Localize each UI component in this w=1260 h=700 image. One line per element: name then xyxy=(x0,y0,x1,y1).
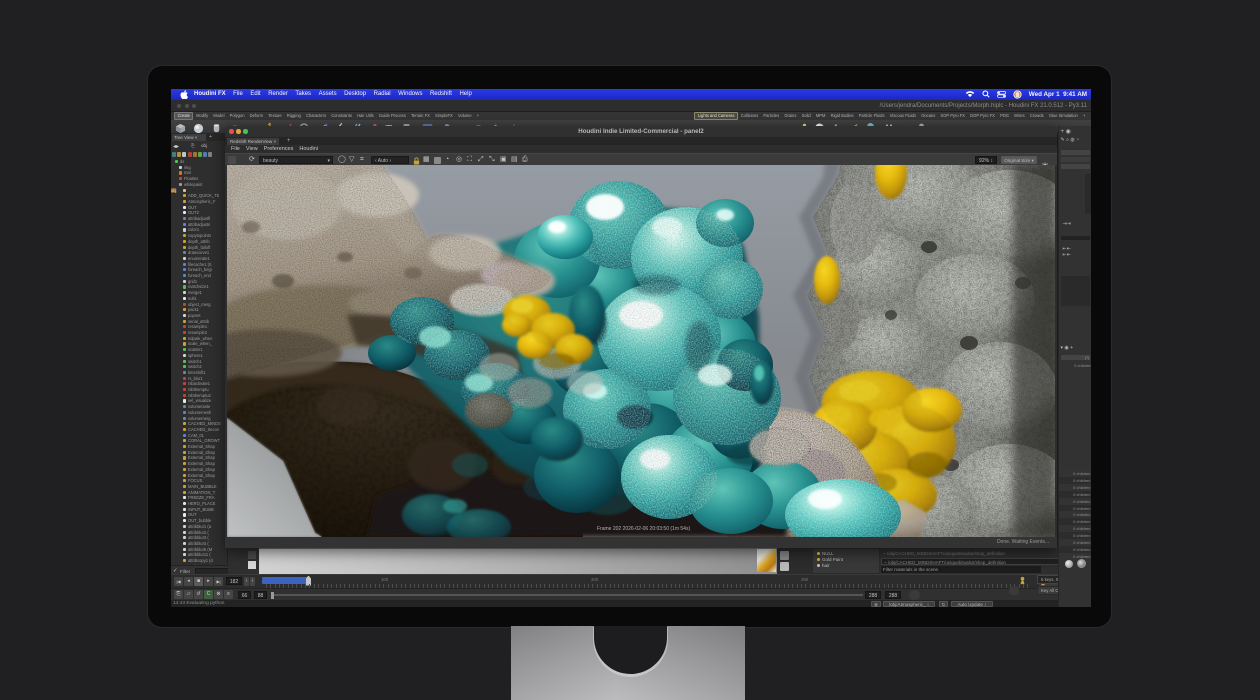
svg-text:Frame 202 2026-02-06 20:03: Frame 202 2026-02-06 20:03:50 (1m 54s) xyxy=(597,526,690,532)
